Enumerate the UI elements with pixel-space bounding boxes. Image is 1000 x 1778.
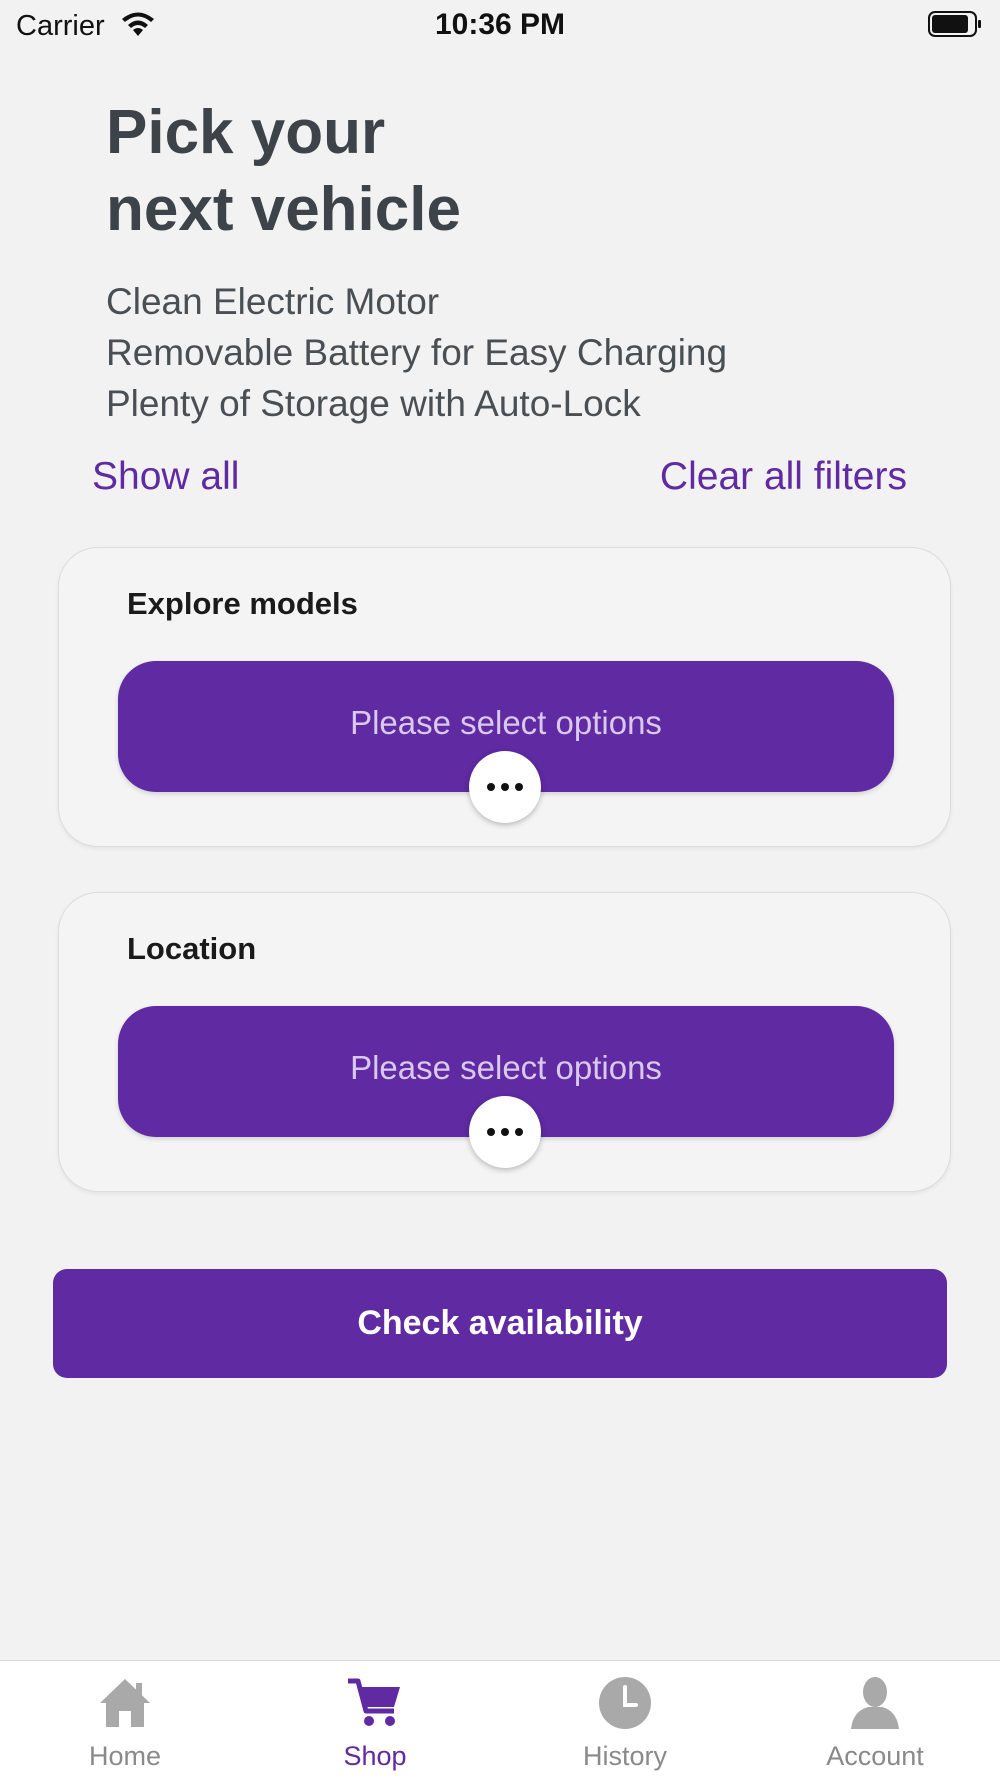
title-line-1: Pick your: [106, 98, 386, 167]
card-title: Location: [127, 931, 257, 966]
ellipsis-icon[interactable]: [469, 1096, 541, 1168]
home-icon: [96, 1675, 154, 1731]
tab-history[interactable]: History: [500, 1661, 750, 1778]
cart-icon: [346, 1675, 404, 1731]
clear-all-filters-link[interactable]: Clear all filters: [660, 455, 907, 499]
check-availability-button[interactable]: Check availability: [53, 1269, 947, 1378]
tab-home[interactable]: Home: [0, 1661, 250, 1778]
location-card: Location Please select options: [58, 892, 951, 1192]
tab-bar: Home Shop History Account: [0, 1660, 1000, 1778]
title-line-2: next vehicle: [106, 175, 461, 244]
feature-item: Removable Battery for Easy Charging: [106, 332, 728, 373]
tab-label: Shop: [343, 1741, 407, 1771]
tab-label: Account: [826, 1741, 924, 1771]
status-bar: Carrier 10:36 PM: [0, 0, 1000, 50]
feature-item: Plenty of Storage with Auto-Lock: [106, 383, 641, 424]
user-icon: [846, 1675, 904, 1731]
tab-shop[interactable]: Shop: [250, 1661, 500, 1778]
show-all-link[interactable]: Show all: [92, 455, 239, 499]
vehicle-picker-screen: Carrier 10:36 PM Pick your next vehicle …: [0, 0, 1000, 1778]
battery-icon: [928, 10, 983, 38]
clock-icon: [596, 1675, 654, 1731]
feature-item: Clean Electric Motor: [106, 281, 440, 322]
tab-account[interactable]: Account: [750, 1661, 1000, 1778]
card-title: Explore models: [127, 586, 358, 621]
tab-label: Home: [88, 1741, 162, 1771]
page-title: Pick your next vehicle: [106, 94, 461, 248]
feature-list: Clean Electric Motor Removable Battery f…: [106, 276, 727, 429]
tab-label: History: [582, 1741, 667, 1771]
clock-time: 10:36 PM: [434, 8, 566, 41]
explore-models-card: Explore models Please select options: [58, 547, 951, 847]
ellipsis-icon[interactable]: [469, 751, 541, 823]
